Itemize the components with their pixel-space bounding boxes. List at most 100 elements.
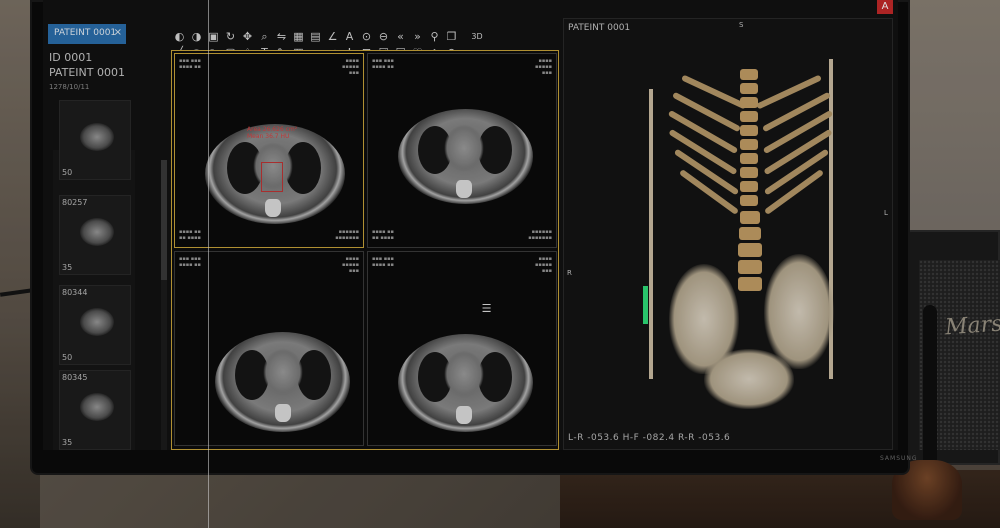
series-preview (80, 308, 114, 336)
viewport-info-bottom-right: ▪▪▪▪▪▪ ▪▪▪▪▪▪▪ (335, 229, 359, 241)
series-thumb[interactable]: 80257 35 (59, 195, 131, 275)
previous-icon[interactable]: « (394, 30, 407, 43)
vertebra (739, 227, 761, 240)
orientation-left: R (567, 269, 572, 277)
next-icon[interactable]: » (411, 30, 424, 43)
ct-spine (275, 404, 291, 422)
viewport-info-top-left: ▪▪▪ ▪▪▪ ▪▪▪▪ ▪▪ (179, 58, 201, 70)
ct-heart (444, 350, 484, 398)
viewport-top-right[interactable]: ▪▪▪ ▪▪▪ ▪▪▪▪ ▪▪ ▪▪▪▪ ▪▪▪▪▪ ▪▪▪ ▪▪▪▪ ▪▪ ▪▪ ▪▪… (367, 53, 557, 248)
toolbar: ◐ ◑ ▣ ↻ ✥ ⌕ ⇋ ▦ ▤ ∠ A ⊙ ⊖ « » ⚲ ❐ 3D ╱ ⬭… (168, 8, 558, 59)
series-preview (80, 123, 114, 151)
coordinates-readout: L-R -053.6 H-F -082.4 R-R -053.6 (568, 433, 731, 443)
play-icon[interactable]: ⊙ (360, 30, 373, 43)
series-number: 80344 (62, 288, 88, 297)
vertebra (738, 260, 762, 274)
cursor-marker (643, 286, 648, 324)
viewport-bottom-right[interactable]: ▪▪▪ ▪▪▪ ▪▪▪▪ ▪▪ ▪▪▪▪ ▪▪▪▪▪ ▪▪▪ ☰ (367, 251, 557, 446)
series-thumb[interactable]: 80344 50 (59, 285, 131, 365)
patient-info: ID 0001 PATEINT 0001 1278/10/11 (49, 50, 159, 91)
viewport-info-top-right: ▪▪▪▪ ▪▪▪▪▪ ▪▪▪ (342, 58, 359, 76)
vertebra (740, 139, 758, 150)
contrast-icon[interactable]: ◐ (173, 30, 186, 43)
thumbnail-scrollbar-thumb[interactable] (161, 160, 167, 280)
orientation-top: S (739, 21, 744, 29)
speaker: Marshall (905, 230, 1000, 465)
roi-measurement-text: Area 26.626 cm² Mean 36.7 HU (247, 126, 297, 140)
viewport-info-top-right: ▪▪▪▪ ▪▪▪▪▪ ▪▪▪ (535, 256, 552, 274)
vertebra (740, 181, 758, 192)
vertebra (738, 243, 762, 257)
patient-date: 1278/10/11 (49, 83, 90, 91)
patient-name: PATEINT 0001 (49, 66, 125, 79)
series-thumb[interactable]: 80345 35 (59, 370, 131, 450)
text-icon[interactable]: A (343, 30, 356, 43)
status-badge[interactable]: A (877, 0, 893, 14)
patient-tab-label: PATEINT 0001 (54, 28, 117, 38)
roi-area: Area 26.626 cm² (247, 126, 298, 133)
pin-icon[interactable]: ⚲ (428, 30, 441, 43)
angle-icon[interactable]: ∠ (326, 30, 339, 43)
series-count: 35 (62, 438, 73, 447)
series-count: 35 (62, 263, 73, 272)
vertebra (740, 211, 760, 224)
viewport-info-top-left: ▪▪▪ ▪▪▪ ▪▪▪▪ ▪▪ (179, 256, 201, 268)
table-rail-left (649, 89, 653, 379)
viewport-info-top-right: ▪▪▪▪ ▪▪▪▪▪ ▪▪▪ (342, 256, 359, 274)
series-number: 80345 (62, 373, 88, 382)
series-count: 50 (62, 168, 73, 177)
window-level-icon[interactable]: ◑ (190, 30, 203, 43)
grid-icon[interactable]: ▦ (292, 30, 305, 43)
roi-mean: Mean 36.7 HU (247, 133, 290, 140)
vertebra (740, 69, 758, 80)
vertebra (740, 153, 758, 164)
zoom-icon[interactable]: ⌕ (258, 30, 271, 43)
series-thumbnails: 50 80257 35 80344 50 80345 35 80584 (53, 100, 135, 450)
copy-icon[interactable]: ❐ (445, 30, 458, 43)
series-preview (80, 393, 114, 421)
ct-heart (444, 124, 484, 172)
viewport-info-bottom-left: ▪▪▪▪ ▪▪ ▪▪ ▪▪▪▪ (372, 229, 394, 241)
viewport-grid: ▪▪▪ ▪▪▪ ▪▪▪▪ ▪▪ ▪▪▪▪ ▪▪▪▪▪ ▪▪▪ Area 26.626 … (171, 50, 559, 450)
screen: PATEINT 0001 × ID 0001 PATEINT 0001 1278… (43, 0, 898, 450)
series-thumb[interactable]: 50 (59, 100, 131, 180)
pan-icon[interactable]: ✥ (241, 30, 254, 43)
close-icon[interactable]: × (114, 27, 122, 38)
vertebra (740, 83, 758, 94)
viewport-bottom-left[interactable]: ▪▪▪ ▪▪▪ ▪▪▪▪ ▪▪ ▪▪▪▪ ▪▪▪▪▪ ▪▪▪ (174, 251, 364, 446)
monitor-brand: SAMSUNG (880, 455, 918, 462)
patient-id: ID 0001 (49, 51, 93, 64)
ct-spine (265, 199, 281, 217)
rib (667, 109, 739, 155)
mode-3d-button[interactable]: 3D (465, 30, 489, 43)
viewport-info-top-left: ▪▪▪ ▪▪▪ ▪▪▪▪ ▪▪ (372, 58, 394, 70)
reference-line (208, 0, 209, 528)
roi-rectangle[interactable] (261, 162, 283, 192)
viewport-info-top-right: ▪▪▪▪ ▪▪▪▪▪ ▪▪▪ (535, 58, 552, 76)
rotate-icon[interactable]: ↻ (224, 30, 237, 43)
viewport-info-bottom-right: ▪▪▪▪▪▪ ▪▪▪▪▪▪▪ (528, 229, 552, 241)
series-count: 50 (62, 353, 73, 362)
flip-icon[interactable]: ⇋ (275, 30, 288, 43)
series-preview (80, 218, 114, 246)
series-number: 80257 (62, 198, 88, 207)
layout-icon[interactable]: ▤ (309, 30, 322, 43)
patient-tab[interactable]: PATEINT 0001 × (48, 24, 126, 44)
pen (923, 305, 937, 475)
pelvis-base (704, 349, 794, 409)
vertebra (738, 277, 762, 291)
stop-icon[interactable]: ⊖ (377, 30, 390, 43)
ct-spine (456, 180, 472, 198)
vertebra (740, 125, 758, 136)
pelvis-left (764, 254, 834, 369)
orientation-right: L (884, 209, 888, 217)
viewport-top-left[interactable]: ▪▪▪ ▪▪▪ ▪▪▪▪ ▪▪ ▪▪▪▪ ▪▪▪▪▪ ▪▪▪ Area 26.626 … (174, 53, 364, 248)
viewport-3d[interactable]: PATEINT 0001 S R L I (563, 18, 893, 450)
viewport-3d-title: PATEINT 0001 (568, 23, 631, 33)
viewport-info-top-left: ▪▪▪ ▪▪▪ ▪▪▪▪ ▪▪ (372, 256, 394, 268)
layers-icon[interactable]: ☰ (480, 302, 493, 315)
vertebra (740, 111, 758, 122)
ct-spine (456, 406, 472, 424)
viewport-info-bottom-left: ▪▪▪▪ ▪▪ ▪▪ ▪▪▪▪ (179, 229, 201, 241)
vertebra (740, 167, 758, 178)
